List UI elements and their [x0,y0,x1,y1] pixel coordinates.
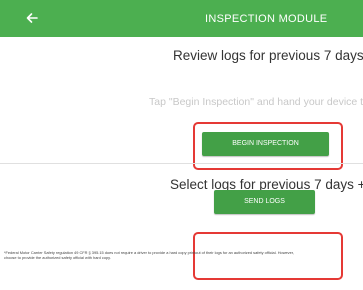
footnote-line-2: choose to provide the authorized safety … [4,255,111,260]
arrow-left-icon[interactable] [24,10,40,26]
begin-inspection-instruction: Tap "Begin Inspection" and hand your dev… [149,96,363,108]
app-bar: INSPECTION MODULE [0,0,363,37]
page-title: INSPECTION MODULE [205,13,328,25]
begin-inspection-button[interactable]: BEGIN INSPECTION [202,132,329,156]
send-logs-button[interactable]: SEND LOGS [214,190,315,214]
inspection-screen: INSPECTION MODULE Review logs for previo… [0,0,363,290]
section-divider [0,163,363,164]
regulation-footnote: *Federal Motor Carrier Safety regulation… [4,250,363,260]
review-logs-heading: Review logs for previous 7 days + today [173,48,363,63]
